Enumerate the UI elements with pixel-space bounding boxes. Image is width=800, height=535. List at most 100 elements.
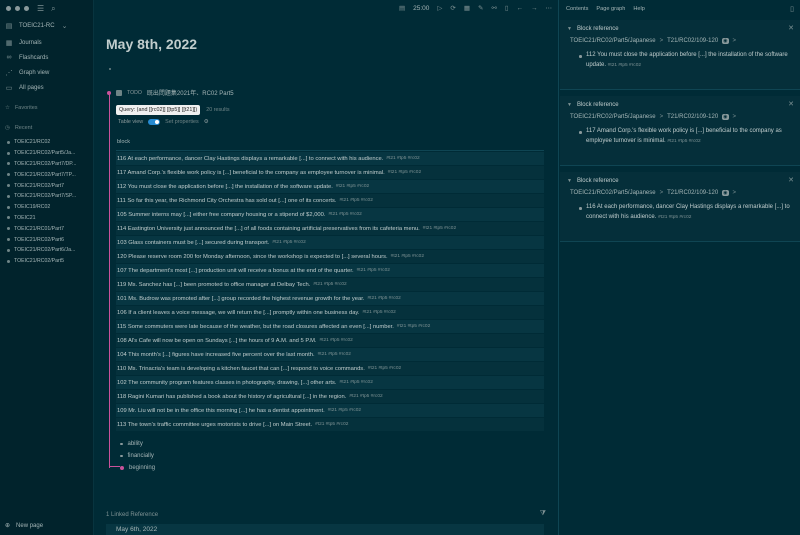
block-bullet[interactable] [120, 442, 123, 446]
linked-reference-page[interactable]: May 6th, 2022 [106, 524, 544, 535]
block-bullet[interactable] [120, 454, 123, 458]
referenced-block[interactable]: 112 You must close the application befor… [579, 51, 791, 70]
table-row[interactable]: 107 The department's most [...] producti… [116, 264, 544, 278]
link-icon[interactable]: ⚯ [491, 4, 496, 12]
calendar-icon[interactable]: ▦ [464, 4, 470, 12]
close-icon[interactable]: ✕ [788, 176, 794, 184]
settings-icon[interactable]: ⚙ [204, 119, 209, 125]
search-icon[interactable]: ⌕ [51, 4, 55, 14]
recent-item[interactable]: TOEIC21/RC02/Part7 [7, 180, 92, 191]
plugin-icon[interactable]: ✎ [478, 4, 483, 12]
todo-block[interactable]: TODO 既出問題集2021年、RC02 Part5 [107, 88, 234, 97]
star-icon: ☆ [5, 105, 10, 111]
recent-item[interactable]: TOEIC21/RC01/Part7 [7, 223, 92, 234]
table-row[interactable]: 118 Ragini Kumari has published a book a… [116, 390, 544, 404]
empty-block-bullet[interactable] [109, 68, 111, 70]
recent-item[interactable]: TOEIC21/RC02/Part7/SP... [7, 191, 92, 202]
nav-graph-view[interactable]: ⋰ Graph view [5, 69, 50, 77]
recent-item[interactable]: TOEIC21/RC02/Part5 [7, 256, 92, 267]
query-result-count: 20 results [206, 107, 230, 113]
more-icon[interactable]: ⋯ [546, 4, 553, 12]
block-children-line [109, 93, 110, 468]
recent-item[interactable]: TOEIC21/RC02/Part6 [7, 234, 92, 245]
block-bullet[interactable] [120, 466, 124, 470]
query-results-table: 116 At each performance, dancer Clay Has… [116, 152, 544, 432]
filter-icon[interactable]: ⧩ [540, 510, 546, 518]
tab-page-graph[interactable]: Page graph [596, 6, 625, 12]
table-row[interactable]: 105 Summer interns may [...] either free… [116, 208, 544, 222]
graph-name: TOEIC21-RC [19, 23, 55, 29]
table-row[interactable]: 114 Eastington University just announced… [116, 222, 544, 236]
table-row[interactable]: 106 If a client leaves a voice message, … [116, 306, 544, 320]
panel-toggle-icon[interactable]: ▯ [790, 5, 794, 13]
table-row[interactable]: 111 So far this year, the Richmond City … [116, 194, 544, 208]
table-row[interactable]: 119 Ms. Sanchez has [...] been promoted … [116, 278, 544, 292]
todo-checkbox[interactable] [116, 89, 122, 96]
recent-item[interactable]: TOEIC21/RC02/Part7/DP... [7, 159, 92, 170]
recent-item[interactable]: TOEIC21/RC02/Part5/Ja... [7, 148, 92, 159]
table-row[interactable]: 113 The town's traffic committee urges m… [116, 418, 544, 432]
table-row[interactable]: 115 Some commuters were late because of … [116, 320, 544, 334]
graph-selector[interactable]: ▤ TOEIC21-RC ⌄ [5, 22, 69, 30]
referenced-block[interactable]: 117 Amand Corp.'s flexible work policy i… [579, 127, 791, 146]
table-row[interactable]: 102 The community program features class… [116, 376, 544, 390]
back-arrow-icon[interactable]: ← [517, 5, 524, 12]
new-page-button[interactable]: ⊕ New page [5, 522, 43, 530]
table-row[interactable]: 110 Ms. Trinacria's team is developing a… [116, 362, 544, 376]
sync-icon[interactable]: ⟳ [450, 4, 455, 12]
play-icon[interactable]: ▷ [437, 4, 442, 12]
sidebar-toggle-icon[interactable]: ☰ [37, 4, 44, 14]
table-row[interactable]: 104 This month's [...] figures have incr… [116, 348, 544, 362]
caret-down-icon[interactable]: ▼ [567, 26, 572, 32]
recent-item[interactable]: TOEIC19/RC02 [7, 202, 92, 213]
table-row[interactable]: 117 Amand Corp.'s flexible work policy i… [116, 166, 544, 180]
column-header-block[interactable]: block [117, 139, 130, 145]
caret-down-icon[interactable]: ▼ [567, 102, 572, 108]
breadcrumb: TOEIC21/RC02/Part5/Japanese > T21/RC02/10… [570, 190, 737, 196]
todo-text[interactable]: 既出問題集2021年、RC02 Part5 [147, 88, 234, 97]
child-block[interactable]: beginning [120, 462, 155, 474]
table-row[interactable]: 103 Glass containers must be [...] secur… [116, 236, 544, 250]
minimize-window-button[interactable] [15, 6, 20, 11]
close-icon[interactable]: ✕ [788, 100, 794, 108]
table-row[interactable]: 101 Ms. Budrow was promoted after [...] … [116, 292, 544, 306]
tab-help[interactable]: Help [633, 6, 645, 12]
nav-journals[interactable]: ▦ Journals [5, 39, 42, 47]
set-properties-link[interactable]: Set properties [165, 119, 199, 125]
clock-icon: ◷ [5, 125, 10, 131]
recent-item[interactable]: TOEIC21/RC02/Part6/Ja... [7, 245, 92, 256]
table-row[interactable]: 120 Please reserve room 200 for Monday a… [116, 250, 544, 264]
maximize-window-button[interactable] [24, 6, 29, 11]
nav-flashcards[interactable]: ∞ Flashcards [5, 54, 49, 61]
pomodoro-icon[interactable]: ▤ [399, 4, 405, 12]
nav-all-pages[interactable]: ▭ All pages [5, 84, 44, 92]
calendar-icon: ▦ [5, 40, 13, 47]
table-row[interactable]: 116 At each performance, dancer Clay Has… [116, 152, 544, 166]
close-window-button[interactable] [6, 6, 11, 11]
caret-down-icon[interactable]: ▼ [567, 178, 572, 184]
left-sidebar: ☰ ⌕ ▤ TOEIC21-RC ⌄ ▦ Journals ∞ Flashcar… [0, 0, 94, 535]
child-block[interactable]: financially [120, 450, 155, 462]
toolbar: ▤ 25:00 ▷ ⟳ ▦ ✎ ⚯ ▯ ← → ⋯ [399, 4, 553, 13]
tab-contents[interactable]: Contents [566, 6, 588, 12]
forward-arrow-icon[interactable]: → [531, 5, 538, 12]
child-block[interactable]: ability [120, 438, 155, 450]
page-title[interactable]: May 8th, 2022 [106, 36, 197, 52]
table-row[interactable]: 108 Al's Cafe will now be open on Sunday… [116, 334, 544, 348]
table-row[interactable]: 112 You must close the application befor… [116, 180, 544, 194]
recent-header[interactable]: ◷ Recent [5, 125, 32, 131]
table-view-toggle[interactable] [148, 119, 161, 125]
right-sidebar-icon[interactable]: ▯ [505, 4, 509, 12]
recent-item[interactable]: TOEIC21 [7, 213, 92, 224]
table-row[interactable]: 109 Mr. Liu will not be in the office th… [116, 404, 544, 418]
referenced-block[interactable]: 116 At each performance, dancer Clay Has… [579, 203, 791, 222]
timer-display[interactable]: 25:00 [413, 5, 429, 12]
favorites-header[interactable]: ☆ Favorites [5, 105, 38, 111]
block-bullet[interactable] [107, 90, 111, 95]
query-expression[interactable]: Query: (and [[rc02]] [[tp5]] [[t21]]) [116, 105, 201, 115]
recent-item[interactable]: TOEIC21/RC02 [7, 137, 92, 148]
close-icon[interactable]: ✕ [788, 24, 794, 32]
recent-item[interactable]: TOEIC21/RC02/Part7/TP... [7, 169, 92, 180]
main-content: ▤ 25:00 ▷ ⟳ ▦ ✎ ⚯ ▯ ← → ⋯ May 8th, 2022 … [95, 0, 558, 535]
linked-references-header[interactable]: 1 Linked Reference [106, 512, 158, 518]
